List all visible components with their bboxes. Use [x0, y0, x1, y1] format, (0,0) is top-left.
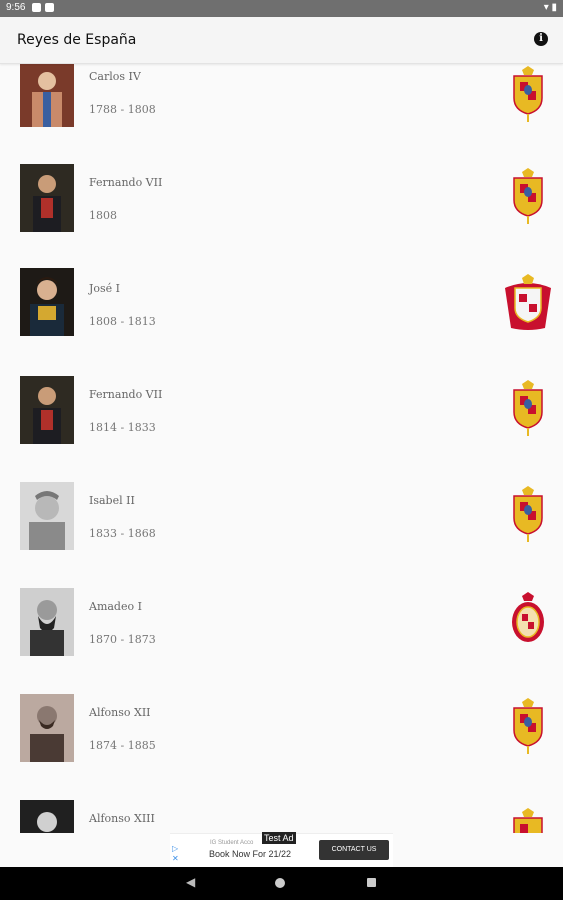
king-years: 1870 - 1873 [89, 633, 156, 646]
portrait-image [20, 64, 74, 127]
system-nav-bar: ◀ [0, 867, 563, 900]
king-years: 1808 - 1813 [89, 315, 156, 328]
list-item[interactable]: Fernando VII 1814 - 1833 [0, 358, 563, 465]
king-years: 1874 - 1885 [89, 739, 156, 752]
portrait-image [20, 482, 74, 550]
ad-banner[interactable]: ▷ ✕ Test Ad IG Student Acco Book Now For … [170, 832, 393, 868]
info-icon[interactable]: i [534, 32, 548, 46]
portrait-image [20, 376, 74, 444]
savoy-arms-icon [512, 592, 544, 642]
list-item[interactable]: Carlos IV 1788 - 1808 [0, 63, 563, 147]
bourbon-arms-icon [513, 380, 543, 436]
home-icon[interactable] [275, 878, 285, 888]
kings-list[interactable]: Carlos IV 1788 - 1808 Fernando VII 1808 [0, 63, 563, 833]
king-name: Isabel II [89, 494, 135, 507]
king-name: Alfonso XII [89, 706, 151, 719]
king-name: Fernando VII [89, 176, 163, 189]
bourbon-arms-icon [513, 168, 543, 224]
portrait-image [20, 588, 74, 656]
portrait-image [20, 800, 74, 833]
list-item[interactable]: Alfonso XII 1874 - 1885 [0, 676, 563, 783]
king-name: José I [89, 282, 121, 295]
king-name: Amadeo I [89, 600, 142, 613]
king-years: 1808 [89, 209, 117, 222]
status-notification-icons [32, 3, 58, 15]
list-item[interactable]: José I 1808 - 1813 [0, 252, 563, 359]
status-bar: 9:56 ▾ ▮ [0, 0, 563, 17]
ad-contact-button[interactable]: CONTACT US [319, 840, 389, 860]
bonaparte-arms-icon [505, 274, 551, 330]
list-item[interactable]: Amadeo I 1870 - 1873 [0, 570, 563, 677]
portrait-image [20, 694, 74, 762]
portrait-image [20, 164, 74, 232]
king-name: Alfonso XIII [89, 812, 155, 825]
status-system-icons: ▾ ▮ [543, 2, 557, 13]
ad-advertiser: IG Student Acco [210, 840, 254, 846]
list-item[interactable]: Isabel II 1833 - 1868 [0, 464, 563, 571]
king-name: Carlos IV [89, 70, 141, 83]
bourbon-arms-icon [513, 808, 543, 833]
king-years: 1814 - 1833 [89, 421, 156, 434]
page-title: Reyes de España [17, 32, 137, 48]
king-years: 1788 - 1808 [89, 103, 156, 116]
king-years: 1833 - 1868 [89, 527, 156, 540]
status-time: 9:56 [6, 2, 26, 13]
bourbon-arms-icon [513, 698, 543, 754]
bourbon-arms-icon [513, 66, 543, 122]
bourbon-arms-icon [513, 486, 543, 542]
ad-headline: Book Now For 21/22 [209, 849, 292, 859]
back-icon[interactable]: ◀ [186, 875, 195, 889]
ad-choices-icon[interactable]: ▷ ✕ [172, 844, 179, 864]
list-item[interactable]: Fernando VII 1808 [0, 146, 563, 253]
king-name: Fernando VII [89, 388, 163, 401]
app-bar: Reyes de España i [0, 17, 563, 64]
ad-label: Test Ad [262, 832, 296, 844]
recents-icon[interactable] [367, 878, 376, 887]
portrait-image [20, 268, 74, 336]
list-item[interactable]: Alfonso XIII [0, 782, 563, 833]
